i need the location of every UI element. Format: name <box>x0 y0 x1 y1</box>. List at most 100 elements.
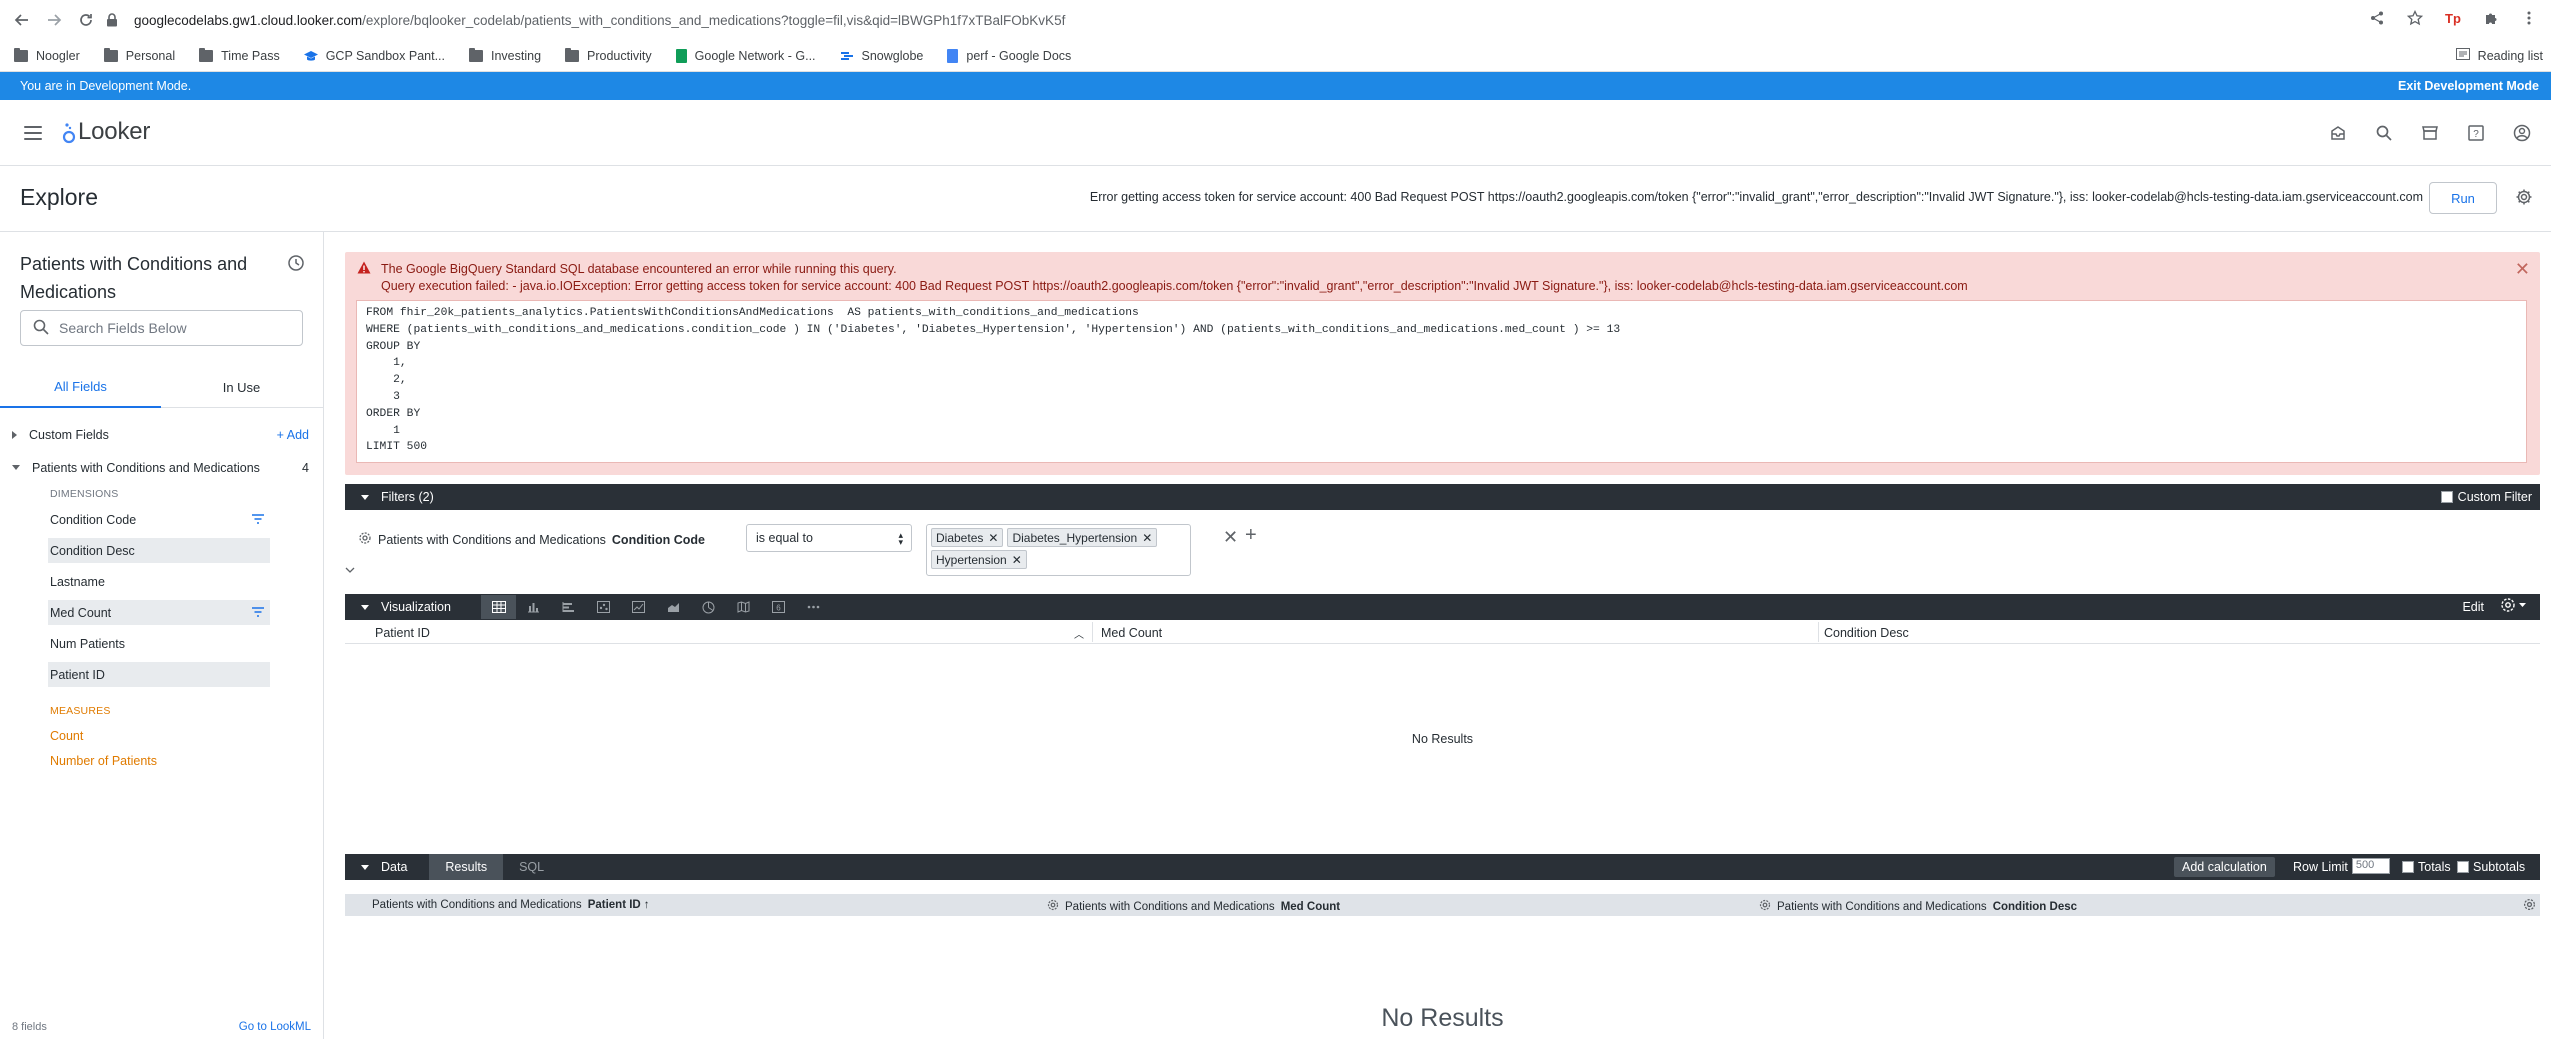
bookmark-gcp-sandbox[interactable]: GCP Sandbox Pant... <box>303 49 445 63</box>
viz-column-condition-desc[interactable]: Condition Desc <box>1824 626 1909 640</box>
account-avatar-icon[interactable] <box>2511 122 2533 144</box>
measure-number-of-patients[interactable]: Number of Patients <box>48 748 270 773</box>
address-bar[interactable]: googlecodelabs.gw1.cloud.looker.com/expl… <box>106 5 2476 35</box>
sheets-icon <box>675 48 687 63</box>
tab-in-use[interactable]: In Use <box>161 366 322 408</box>
bookmark-investing[interactable]: Investing <box>469 47 541 63</box>
reading-list[interactable]: Reading list <box>2455 48 2543 63</box>
column-chart-icon[interactable] <box>516 595 551 619</box>
custom-fields-section[interactable]: Custom Fields + Add <box>0 418 323 451</box>
map-icon[interactable] <box>726 595 761 619</box>
add-filter-icon[interactable]: + <box>1245 524 1257 547</box>
bookmark-personal[interactable]: Personal <box>103 47 175 63</box>
bookmark-productivity[interactable]: Productivity <box>565 47 652 63</box>
tab-results[interactable]: Results <box>429 854 504 880</box>
field-med-count[interactable]: Med Count <box>48 600 270 625</box>
exit-development-mode-link[interactable]: Exit Development Mode <box>2398 79 2539 93</box>
table-settings-gear-icon[interactable] <box>2523 898 2536 914</box>
bookmark-noogler[interactable]: Noogler <box>14 47 80 63</box>
filters-section-header[interactable]: Filters (2) Custom Filter <box>345 484 2540 510</box>
custom-filter-toggle[interactable]: Custom Filter <box>2440 490 2532 504</box>
explore-main: The Google BigQuery Standard SQL databas… <box>345 232 2541 1039</box>
explore-settings-gear-icon[interactable] <box>2515 188 2535 208</box>
close-icon[interactable]: ✕ <box>2515 259 2530 280</box>
looker-logo[interactable]: Looker <box>62 118 150 146</box>
extensions-puzzle-icon[interactable] <box>2479 6 2503 30</box>
field-lastname[interactable]: Lastname <box>48 569 270 594</box>
field-patient-id[interactable]: Patient ID <box>48 662 270 687</box>
add-calculation-button[interactable]: Add calculation <box>2174 857 2275 877</box>
data-section-header[interactable]: Data Results SQL Add calculation Row Lim… <box>345 854 2540 880</box>
bookmark-star-icon[interactable] <box>2403 6 2427 30</box>
add-custom-field-button[interactable]: + Add <box>277 428 309 442</box>
caret-down-icon <box>12 465 20 470</box>
tab-all-fields[interactable]: All Fields <box>0 366 161 408</box>
search-icon[interactable] <box>2373 122 2395 144</box>
visualization-section-header[interactable]: Visualization 6 Edit <box>345 594 2540 620</box>
pie-chart-icon[interactable] <box>691 595 726 619</box>
remove-filter-icon[interactable]: ✕ <box>1223 527 1238 548</box>
results-column-med-count[interactable]: Patients with Conditions and Medications… <box>1047 899 1340 914</box>
help-icon[interactable]: ? <box>2465 122 2487 144</box>
field-search[interactable] <box>20 310 303 346</box>
scatter-chart-icon[interactable] <box>586 595 621 619</box>
viz-column-patient-id[interactable]: Patient ID <box>375 626 430 640</box>
go-to-lookml-link[interactable]: Go to LookML <box>239 1021 311 1033</box>
totals-toggle[interactable]: Totals <box>2402 860 2451 874</box>
browser-menu-icon[interactable] <box>2517 6 2541 30</box>
forward-icon[interactable] <box>40 6 68 34</box>
field-condition-code[interactable]: Condition Code <box>48 507 270 532</box>
measure-count[interactable]: Count <box>48 723 270 748</box>
reading-list-icon <box>2455 48 2470 63</box>
bookmark-snowglobe[interactable]: Snowglobe <box>840 49 923 63</box>
column-gear-icon[interactable] <box>1759 899 1771 914</box>
subtotals-checkbox[interactable] <box>2457 861 2469 873</box>
row-limit-input[interactable]: 500 <box>2351 858 2390 874</box>
remove-chip-icon[interactable]: ✕ <box>988 531 998 545</box>
visualization-no-results: No Results <box>1411 732 1474 746</box>
totals-checkbox[interactable] <box>2402 861 2414 873</box>
tab-sql[interactable]: SQL <box>503 854 560 880</box>
subtotals-toggle[interactable]: Subtotals <box>2457 860 2525 874</box>
run-button[interactable]: Run <box>2429 182 2497 214</box>
reload-icon[interactable] <box>72 6 100 34</box>
info-history-icon[interactable] <box>287 254 305 272</box>
bookmark-time-pass[interactable]: Time Pass <box>199 47 280 63</box>
filter-values-input[interactable]: Diabetes ✕ Diabetes_Hypertension ✕ Hyperte… <box>926 524 1191 576</box>
area-chart-icon[interactable] <box>656 595 691 619</box>
bookmark-perf-docs[interactable]: perf - Google Docs <box>947 48 1071 63</box>
bookmark-google-network[interactable]: Google Network - G... <box>675 48 816 63</box>
viz-column-med-count[interactable]: Med Count <box>1101 626 1162 640</box>
back-icon[interactable] <box>8 6 36 34</box>
sort-ascending-icon[interactable]: ︿ <box>1074 626 1084 641</box>
field-picker-tabs: All Fields In Use <box>0 366 323 408</box>
inbox-icon[interactable] <box>2327 122 2349 144</box>
filter-options-gear-icon[interactable] <box>358 531 372 548</box>
filter-operator-select[interactable]: is equal to ▴ ▾ <box>746 524 912 552</box>
column-gear-icon[interactable] <box>1047 899 1059 914</box>
filters-label: Filters (2) <box>381 490 434 504</box>
remove-chip-icon[interactable]: ✕ <box>1012 553 1022 567</box>
single-value-icon[interactable]: 6 <box>761 595 796 619</box>
main-menu-icon[interactable] <box>24 126 42 140</box>
filter-icon[interactable] <box>250 511 266 527</box>
edit-visualization-button[interactable]: Edit <box>2462 600 2484 614</box>
view-section[interactable]: Patients with Conditions and Medications… <box>0 451 323 484</box>
bar-chart-icon[interactable] <box>551 595 586 619</box>
visualization-settings-gear-icon[interactable] <box>2500 597 2528 616</box>
filter-icon[interactable] <box>250 604 266 620</box>
field-num-patients[interactable]: Num Patients <box>48 631 270 656</box>
tp-extension-icon[interactable]: Tp <box>2441 6 2465 30</box>
table-viz-icon[interactable] <box>481 595 516 619</box>
line-chart-icon[interactable] <box>621 595 656 619</box>
expand-filters-chevron-icon[interactable] <box>345 562 355 576</box>
custom-filter-checkbox[interactable] <box>2440 491 2453 503</box>
remove-chip-icon[interactable]: ✕ <box>1142 531 1152 545</box>
results-column-patient-id[interactable]: Patients with Conditions and Medications… <box>372 899 649 911</box>
marketplace-icon[interactable] <box>2419 122 2441 144</box>
field-condition-desc[interactable]: Condition Desc <box>48 538 270 563</box>
results-column-condition-desc[interactable]: Patients with Conditions and Medications… <box>1759 899 2077 914</box>
field-search-input[interactable] <box>59 320 289 336</box>
more-visualizations-icon[interactable] <box>796 595 831 619</box>
share-icon[interactable] <box>2365 6 2389 30</box>
